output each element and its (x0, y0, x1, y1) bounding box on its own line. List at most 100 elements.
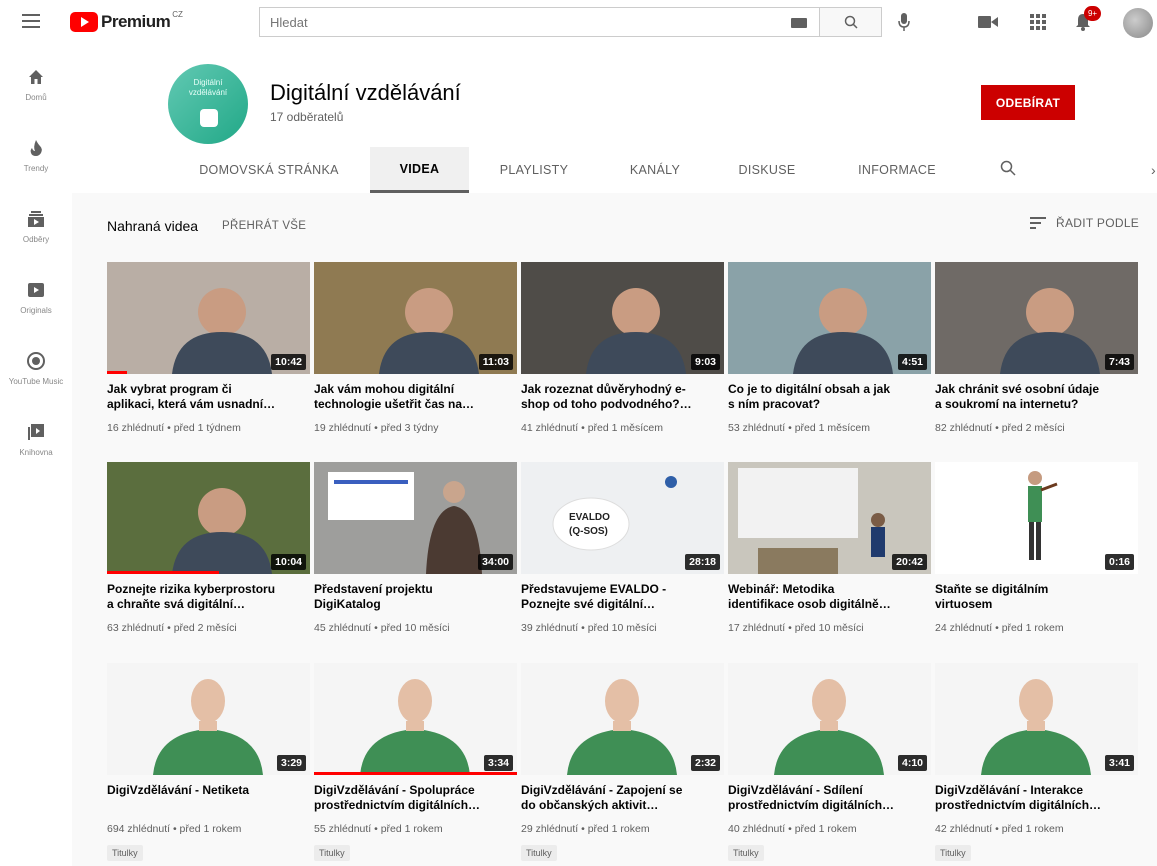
account-avatar[interactable] (1123, 8, 1153, 38)
sidebar-item-subscriptions[interactable]: Odběry (0, 209, 72, 279)
sort-button[interactable]: ŘADIT PODLE (1030, 216, 1139, 230)
tab-discussion[interactable]: DISKUSE (732, 147, 802, 193)
video-thumbnail[interactable]: 4:51 (728, 262, 931, 374)
youtube-logo[interactable]: Premium CZ (70, 10, 183, 32)
video-title[interactable]: Představení projektu DigiKatalog (314, 582, 514, 612)
video-title[interactable]: Jak chránit své osobní údaje a soukromí … (935, 382, 1135, 412)
video-title[interactable]: DigiVzdělávání - Netiketa (107, 783, 307, 798)
video-thumbnail[interactable]: 10:42 (107, 262, 310, 374)
apps-icon[interactable] (1027, 11, 1049, 33)
subscriber-count: 17 odběratelů (270, 110, 344, 124)
keyboard-icon[interactable] (791, 18, 807, 28)
video-title[interactable]: Poznejte rizika kyberprostoru a chraňte … (107, 582, 307, 612)
video-meta: 694 zhlédnutí • před 1 rokem (107, 823, 242, 835)
video-card[interactable]: 9:03 Jak rozeznat důvěryhodný e- shop od … (521, 262, 724, 438)
subscribe-button[interactable]: ODEBÍRAT (981, 85, 1075, 120)
svg-text:(Q-SOS): (Q-SOS) (569, 526, 608, 537)
video-thumbnail[interactable]: 9:03 (521, 262, 724, 374)
video-thumbnail[interactable]: 2:32 (521, 663, 724, 775)
sidebar-item-trending[interactable]: Trendy (0, 138, 72, 208)
video-card[interactable]: 3:41 DigiVzdělávání - Interakce prostředn… (935, 663, 1138, 863)
sidebar-item-label: Trendy (23, 164, 49, 173)
subtitles-badge: Titulky (728, 845, 764, 861)
video-title[interactable]: Jak rozeznat důvěryhodný e- shop od toho… (521, 382, 721, 412)
video-title[interactable]: DigiVzdělávání - Interakce prostřednictv… (935, 783, 1135, 813)
video-card[interactable]: 4:10 DigiVzdělávání - Sdílení prostřednic… (728, 663, 931, 863)
video-title[interactable]: DigiVzdělávání - Sdílení prostřednictvím… (728, 783, 928, 813)
subtitles-badge: Titulky (314, 845, 350, 861)
tab-videos[interactable]: VIDEA (370, 147, 469, 193)
video-thumbnail[interactable]: 3:29 (107, 663, 310, 775)
video-card[interactable]: 2:32 DigiVzdělávání - Zapojení se do obča… (521, 663, 724, 863)
microphone-icon[interactable] (893, 10, 915, 34)
video-meta: 82 zhlédnutí • před 2 měsíci (935, 422, 1065, 434)
channel-avatar[interactable]: Digitální vzdělávání (168, 64, 248, 144)
top-bar: Premium CZ 9+ (0, 0, 1157, 47)
video-card[interactable]: 3:34 DigiVzdělávání - Spolupráce prostřed… (314, 663, 517, 863)
video-card[interactable]: 7:43 Jak chránit své osobní údaje a soukr… (935, 262, 1138, 438)
play-all-button[interactable]: PŘEHRÁT VŠE (222, 220, 306, 232)
video-card[interactable]: 10:42 Jak vybrat program či aplikaci, kte… (107, 262, 310, 438)
search-input[interactable] (260, 8, 819, 36)
search-button[interactable] (820, 7, 882, 37)
video-card[interactable]: 11:03 Jak vám mohou digitální technologie… (314, 262, 517, 438)
video-title[interactable]: Staňte se digitálním virtuosem (935, 582, 1135, 612)
video-thumbnail[interactable]: 20:42 (728, 462, 931, 574)
channel-avatar-text: Digitální vzdělávání (188, 78, 228, 97)
video-title[interactable]: Co je to digitální obsah a jak s ním pra… (728, 382, 928, 412)
video-thumbnail[interactable]: 10:04 (107, 462, 310, 574)
video-card[interactable]: 34:00 Představení projektu DigiKatalog 45 … (314, 462, 517, 638)
tabs-scroll-right-icon[interactable]: › (1151, 162, 1156, 178)
video-card[interactable]: 4:51 Co je to digitální obsah a jak s ním… (728, 262, 931, 438)
video-title[interactable]: Představujeme EVALDO - Poznejte své digi… (521, 582, 721, 612)
sidebar-item-label: YouTube Music (8, 377, 64, 386)
video-meta: 42 zhlédnutí • před 1 rokem (935, 823, 1064, 835)
video-duration: 11:03 (478, 354, 513, 370)
video-duration: 2:32 (690, 755, 720, 771)
youtube-play-icon (70, 12, 98, 32)
video-thumbnail[interactable]: 0:16 (935, 462, 1138, 574)
logo-text: Premium (101, 12, 171, 31)
video-meta: 55 zhlédnutí • před 1 rokem (314, 823, 443, 835)
video-thumbnail[interactable]: 7:43 (935, 262, 1138, 374)
video-card[interactable]: 3:29 DigiVzdělávání - Netiketa 694 zhlédnu… (107, 663, 310, 863)
sidebar-item-music[interactable]: YouTube Music (0, 351, 72, 421)
sidebar: Domů Trendy Odběry Originals YouTube Mus… (0, 47, 72, 866)
video-thumbnail[interactable]: 11:03 (314, 262, 517, 374)
create-video-icon[interactable] (977, 11, 999, 33)
svg-text:EVALDO: EVALDO (569, 512, 610, 523)
video-title[interactable]: Jak vám mohou digitální technologie ušet… (314, 382, 514, 412)
video-card[interactable]: EVALDO (Q-SOS) 28:18 Představujeme EVALDO -… (521, 462, 724, 638)
tab-about[interactable]: INFORMACE (854, 147, 940, 193)
video-meta: 16 zhlédnutí • před 1 týdnem (107, 422, 241, 434)
search-box (259, 7, 820, 37)
video-duration: 34:00 (478, 554, 513, 570)
video-thumbnail[interactable]: 3:34 (314, 663, 517, 775)
tab-home[interactable]: DOMOVSKÁ STRÁNKA (192, 147, 346, 193)
video-meta: 53 zhlédnutí • před 1 měsícem (728, 422, 871, 434)
channel-name: Digitální vzdělávání (270, 80, 461, 105)
video-card[interactable]: 10:04 Poznejte rizika kyberprostoru a chr… (107, 462, 310, 638)
video-card[interactable]: 20:42 Webinář: Metodika identifikace osob… (728, 462, 931, 638)
video-title[interactable]: Jak vybrat program či aplikaci, která vá… (107, 382, 307, 412)
video-thumbnail[interactable]: 3:41 (935, 663, 1138, 775)
video-thumbnail[interactable]: EVALDO (Q-SOS) 28:18 (521, 462, 724, 574)
video-duration: 3:41 (1104, 755, 1134, 771)
video-meta: 24 zhlédnutí • před 1 rokem (935, 622, 1064, 634)
channel-search-icon[interactable] (1000, 160, 1016, 176)
video-title[interactable]: Webinář: Metodika identifikace osob digi… (728, 582, 928, 612)
menu-icon[interactable] (22, 14, 40, 28)
sidebar-item-label: Odběry (22, 235, 50, 244)
tab-channels[interactable]: KANÁLY (617, 147, 693, 193)
sidebar-item-library[interactable]: Knihovna (0, 422, 72, 492)
notification-badge: 9+ (1084, 6, 1101, 21)
sidebar-item-home[interactable]: Domů (0, 67, 72, 137)
video-thumbnail[interactable]: 4:10 (728, 663, 931, 775)
video-thumbnail[interactable]: 34:00 (314, 462, 517, 574)
video-title[interactable]: DigiVzdělávání - Zapojení se do občanský… (521, 783, 721, 813)
video-duration: 0:16 (1104, 554, 1134, 570)
video-card[interactable]: 0:16 Staňte se digitálním virtuosem 24 zhl… (935, 462, 1138, 638)
video-title[interactable]: DigiVzdělávání - Spolupráce prostřednict… (314, 783, 514, 813)
sidebar-item-originals[interactable]: Originals (0, 280, 72, 350)
tab-playlists[interactable]: PLAYLISTY (492, 147, 576, 193)
